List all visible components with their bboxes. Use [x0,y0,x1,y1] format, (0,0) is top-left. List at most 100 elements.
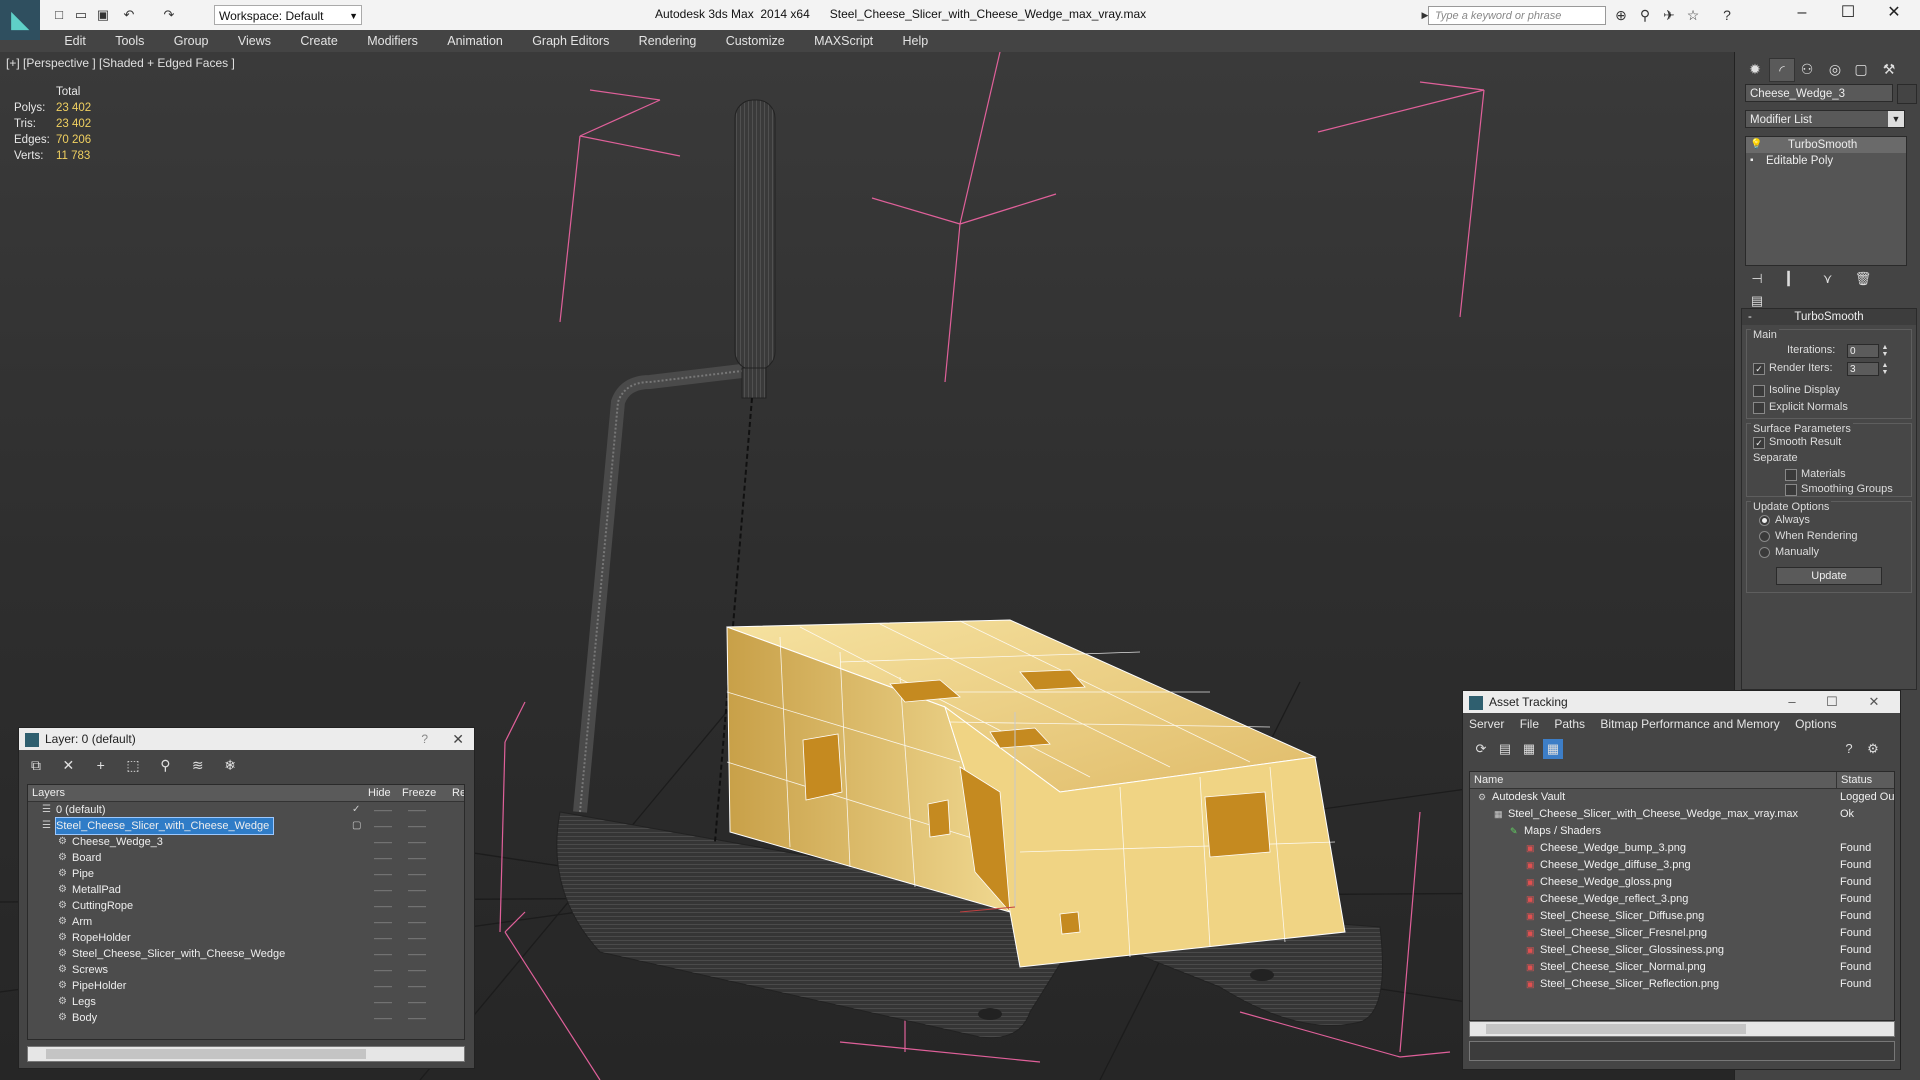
highlight-layer-icon[interactable]: ⚲ [154,754,176,776]
always-radio[interactable] [1759,515,1770,526]
asset-row[interactable]: ▣ Cheese_Wedge_diffuse_3.png Found [1470,857,1894,874]
hide-toggle[interactable]: —— [374,802,392,818]
refresh-icon[interactable]: ⟳ [1471,739,1491,759]
open-file-icon[interactable]: ▭ [72,6,90,24]
materials-checkbox[interactable] [1785,469,1797,481]
object-color-swatch[interactable] [1897,84,1917,104]
freeze-toggle[interactable]: —— [408,818,426,834]
layer-row[interactable]: ☰ Steel_Cheese_Slicer_with_Cheese_Wedge ▢ —… [28,817,464,835]
freeze-toggle[interactable]: —— [408,978,426,994]
explicit-normals-checkbox[interactable] [1753,402,1765,414]
asset-menu-options[interactable]: Options [1795,717,1836,731]
freeze-toggle[interactable]: —— [408,930,426,946]
table-view-icon[interactable]: ▦ [1543,739,1563,759]
hide-toggle[interactable]: —— [374,946,392,962]
menu-animation[interactable]: Animation [434,30,516,52]
spinner-arrows-icon[interactable]: ▲ ▼ [1881,362,1889,376]
menu-graph-editors[interactable]: Graph Editors [519,30,622,52]
layer-row[interactable]: ⚙ Body —— —— [28,1010,464,1026]
stack-item-editable-poly[interactable]: ▪ Editable Poly [1746,153,1906,169]
asset-row[interactable]: ▣ Steel_Cheese_Slicer_Reflection.png Found [1470,976,1894,993]
hide-toggle[interactable]: —— [374,850,392,866]
horizontal-scrollbar[interactable] [1469,1021,1895,1037]
menu-maxscript[interactable]: MAXScript [801,30,886,52]
update-button[interactable]: Update [1776,567,1882,585]
workspace-dropdown[interactable]: Workspace: Default ▼ [214,5,362,25]
render-iters-checkbox[interactable]: ✓ [1753,363,1765,375]
hide-all-layers-icon[interactable]: ≋ [187,754,209,776]
asset-row[interactable]: ✎ Maps / Shaders [1470,823,1894,840]
help-icon[interactable]: ? [1839,739,1859,759]
display-tab-icon[interactable]: ▢ [1849,58,1873,80]
hide-toggle[interactable]: —— [374,866,392,882]
column-freeze[interactable]: Freeze [402,785,436,801]
remove-modifier-icon[interactable]: 🗑 [1851,268,1875,290]
smooth-result-checkbox[interactable]: ✓ [1753,437,1765,449]
close-button[interactable]: ✕ [1872,0,1916,26]
select-objects-icon[interactable]: ⬚ [122,754,144,776]
scrollbar-thumb[interactable] [46,1049,366,1059]
freeze-toggle[interactable]: —— [408,866,426,882]
current-layer-check-icon[interactable]: ✓ [352,802,360,818]
layer-row[interactable]: ⚙ CuttingRope —— —— [28,898,464,914]
detail-view-icon[interactable]: ▦ [1519,739,1539,759]
freeze-toggle[interactable]: —— [408,1010,426,1026]
menu-help[interactable]: Help [889,30,941,52]
add-to-layer-icon[interactable]: + [90,754,112,776]
delete-layer-icon[interactable]: ✕ [57,754,79,776]
freeze-toggle[interactable]: —— [408,946,426,962]
column-hide[interactable]: Hide [368,785,391,801]
asset-row[interactable]: ▣ Cheese_Wedge_reflect_3.png Found [1470,891,1894,908]
scrollbar-thumb[interactable] [1486,1024,1746,1034]
menu-tools[interactable]: Tools [102,30,157,52]
layer-row[interactable]: ⚙ MetallPad —— —— [28,882,464,898]
freeze-toggle[interactable]: —— [408,994,426,1010]
maximize-icon[interactable]: ☐ [1814,691,1850,713]
smoothing-groups-checkbox[interactable] [1785,484,1797,496]
layer-window-titlebar[interactable]: Layer: 0 (default) ? ✕ [19,728,474,750]
menu-group[interactable]: Group [161,30,222,52]
asset-row[interactable]: ▣ Cheese_Wedge_gloss.png Found [1470,874,1894,891]
set-current-layer-box-icon[interactable]: ▢ [352,818,361,834]
layer-row[interactable]: ☰ 0 (default) ✓ —— —— [28,802,464,818]
render-iters-spinner[interactable]: 3 [1847,362,1879,376]
motion-tab-icon[interactable]: ◎ [1823,58,1847,80]
make-unique-icon[interactable]: ⋎ [1816,268,1840,290]
communication-icon[interactable]: ✈ [1660,6,1678,24]
close-icon[interactable]: ✕ [452,728,464,750]
isoline-display-checkbox[interactable] [1753,385,1765,397]
menu-customize[interactable]: Customize [713,30,798,52]
asset-menu-paths[interactable]: Paths [1554,717,1585,731]
asset-menu-bitmap-performance[interactable]: Bitmap Performance and Memory [1600,717,1779,731]
new-file-icon[interactable]: □ [50,6,68,24]
asset-row[interactable]: ▣ Steel_Cheese_Slicer_Fresnel.png Found [1470,925,1894,942]
column-render[interactable]: Re [452,785,464,801]
pin-stack-icon[interactable]: ⊣ [1745,268,1769,290]
search-input[interactable]: Type a keyword or phrase [1428,6,1606,25]
modifier-list-dropdown[interactable]: Modifier List ▼ [1745,110,1905,128]
freeze-toggle[interactable]: —— [408,802,426,818]
freeze-toggle[interactable]: —— [408,834,426,850]
when-rendering-radio[interactable] [1759,531,1770,542]
create-layer-icon[interactable]: ⧉ [25,754,47,776]
maximize-button[interactable]: ☐ [1826,0,1870,26]
favorites-star-icon[interactable]: ☆ [1684,6,1702,24]
freeze-toggle[interactable]: —— [408,962,426,978]
freeze-toggle[interactable]: —— [408,882,426,898]
minimize-icon[interactable]: – [1774,691,1810,713]
show-end-result-icon[interactable]: ▎ [1780,268,1804,290]
asset-row[interactable]: ▣ Steel_Cheese_Slicer_Glossiness.png Found [1470,942,1894,959]
freeze-toggle[interactable]: —— [408,850,426,866]
layer-row[interactable]: ⚙ Cheese_Wedge_3 —— —— [28,834,464,850]
asset-menu-file[interactable]: File [1520,717,1539,731]
spinner-arrows-icon[interactable]: ▲ ▼ [1881,344,1889,358]
hide-toggle[interactable]: —— [374,818,392,834]
asset-row[interactable]: ▦ Steel_Cheese_Slicer_with_Cheese_Wedge_m… [1470,806,1894,823]
object-name-field[interactable]: Cheese_Wedge_3 [1745,84,1893,102]
column-layers[interactable]: Layers [32,785,65,801]
menu-views[interactable]: Views [225,30,284,52]
hide-toggle[interactable]: —— [374,1010,392,1026]
hierarchy-tab-icon[interactable]: ⚇ [1795,58,1819,80]
expand-plus-icon[interactable]: ▪ [1750,153,1754,169]
menu-modifiers[interactable]: Modifiers [354,30,431,52]
